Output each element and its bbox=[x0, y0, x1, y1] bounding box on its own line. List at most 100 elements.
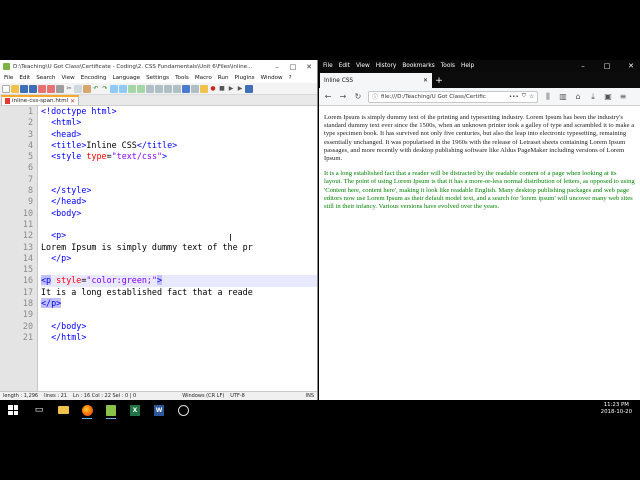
replace-icon[interactable] bbox=[119, 84, 127, 93]
npp-menu-tools[interactable]: Tools bbox=[175, 75, 189, 81]
back-arrow-icon[interactable]: ← bbox=[323, 92, 333, 101]
maximize-icon[interactable]: □ bbox=[285, 63, 301, 71]
npp-menu-file[interactable]: File bbox=[4, 75, 13, 81]
npp-menu-edit[interactable]: Edit bbox=[19, 75, 30, 81]
npp-menu-window[interactable]: Window bbox=[261, 75, 283, 81]
extensions-icon[interactable]: ▣ bbox=[603, 92, 613, 101]
save-all-icon[interactable] bbox=[29, 84, 37, 93]
ff-menu-help[interactable]: Help bbox=[461, 63, 474, 69]
run-macro-multiple-icon[interactable]: ▶ bbox=[236, 85, 244, 93]
line-number: 8 bbox=[27, 185, 33, 196]
line-number: 18 bbox=[22, 298, 33, 309]
code-line: <head> bbox=[41, 129, 317, 140]
excel-taskbar-icon[interactable]: X bbox=[128, 403, 142, 417]
start-button[interactable] bbox=[6, 403, 20, 417]
record-macro-icon[interactable]: ● bbox=[209, 85, 217, 93]
indent-guide-icon[interactable] bbox=[173, 84, 181, 93]
close-all-icon[interactable] bbox=[47, 84, 55, 93]
home-icon[interactable]: ⌂ bbox=[573, 92, 583, 101]
find-icon[interactable] bbox=[110, 84, 118, 93]
save-icon[interactable] bbox=[20, 84, 28, 93]
address-bar[interactable]: ⓘ file:///D:/Teaching/U Got Class/Certif… bbox=[368, 90, 538, 103]
code-area[interactable]: <!doctype html> <html> <head> <title>Inl… bbox=[38, 106, 317, 391]
forward-arrow-icon[interactable]: → bbox=[338, 92, 348, 101]
new-tab-icon[interactable]: + bbox=[432, 74, 446, 88]
browser-tab-inline-css[interactable]: Inline CSS ✕ bbox=[320, 73, 432, 88]
line-number: 14 bbox=[22, 252, 33, 263]
line-number: 12 bbox=[22, 230, 33, 241]
library-icon[interactable]: ⫼ bbox=[543, 92, 553, 102]
npp-menu-search[interactable]: Search bbox=[36, 75, 55, 81]
ff-menu-file[interactable]: File bbox=[323, 63, 333, 69]
save-macro-icon[interactable] bbox=[245, 84, 253, 93]
ff-menu-view[interactable]: View bbox=[356, 63, 370, 69]
close-icon[interactable]: ✕ bbox=[622, 62, 640, 70]
downloads-icon[interactable]: ⤓ bbox=[588, 92, 598, 102]
hamburger-menu-icon[interactable]: ≡ bbox=[618, 92, 628, 101]
play-macro-icon[interactable]: ▶ bbox=[227, 85, 235, 93]
bookmark-star-icon[interactable]: ☆ bbox=[529, 94, 534, 100]
close-file-icon[interactable] bbox=[38, 84, 46, 93]
tab-inline-css-span[interactable]: inline-css-span.html ✕ bbox=[1, 95, 80, 105]
code-token: doctype html bbox=[51, 106, 112, 116]
sidebar-icon[interactable]: ▥ bbox=[558, 92, 568, 101]
zoom-in-icon[interactable] bbox=[128, 84, 136, 93]
maximize-icon[interactable]: □ bbox=[598, 62, 616, 70]
stop-macro-icon[interactable]: ■ bbox=[218, 85, 226, 93]
zoom-out-icon[interactable] bbox=[137, 84, 145, 93]
page-actions-icon[interactable]: ••• bbox=[509, 94, 519, 100]
sync-scroll-icon[interactable] bbox=[146, 84, 154, 93]
word-wrap-icon[interactable] bbox=[155, 84, 163, 93]
tab-close-icon[interactable]: ✕ bbox=[423, 78, 428, 84]
github-desktop-icon[interactable] bbox=[176, 403, 190, 417]
system-clock[interactable]: 11:23 PM 2018-10-20 bbox=[601, 402, 632, 416]
open-folder-icon[interactable] bbox=[11, 84, 19, 93]
cut-icon[interactable]: ✂ bbox=[65, 85, 73, 93]
npp-titlebar[interactable]: D:\Teaching\U Got Class\Certificate - Co… bbox=[0, 60, 317, 73]
npp-menu-language[interactable]: Language bbox=[113, 75, 141, 81]
ff-menu-bookmarks[interactable]: Bookmarks bbox=[402, 63, 434, 69]
code-line: </p> bbox=[41, 253, 317, 264]
redo-icon[interactable]: ↷ bbox=[101, 85, 109, 93]
code-editor[interactable]: 1 2 3 4 5 6 7 8 9 10 11 12 13 14 15 16 1… bbox=[0, 106, 317, 391]
page-info-icon[interactable]: ⓘ bbox=[372, 92, 378, 101]
file-explorer-icon[interactable] bbox=[56, 403, 70, 417]
ff-menu-tools[interactable]: Tools bbox=[441, 63, 455, 69]
show-all-chars-icon[interactable] bbox=[164, 84, 172, 93]
reload-icon[interactable]: ↻ bbox=[353, 92, 363, 101]
tab-close-icon[interactable]: ✕ bbox=[70, 98, 75, 105]
ff-menu-history[interactable]: History bbox=[376, 63, 397, 69]
page-content: Lorem Ipsum is simply dummy text of the … bbox=[319, 106, 640, 211]
function-list-icon[interactable] bbox=[191, 84, 199, 93]
firefox-taskbar-icon[interactable] bbox=[80, 403, 94, 419]
url-text[interactable]: file:///D:/Teaching/U Got Class/Certific bbox=[381, 94, 506, 100]
minimize-icon[interactable]: – bbox=[269, 63, 285, 71]
notepadpp-app-icon bbox=[3, 63, 10, 70]
npp-menu-plugins[interactable]: Plugins bbox=[235, 75, 255, 81]
folder-workspace-icon[interactable] bbox=[200, 84, 208, 93]
doc-map-icon[interactable] bbox=[182, 84, 190, 93]
npp-menu-settings[interactable]: Settings bbox=[146, 75, 169, 81]
code-token: <p> bbox=[51, 230, 67, 241]
npp-menu-help[interactable]: ? bbox=[289, 75, 292, 81]
undo-icon[interactable]: ↶ bbox=[92, 85, 100, 93]
minimize-icon[interactable]: – bbox=[574, 62, 592, 70]
npp-menu-run[interactable]: Run bbox=[218, 75, 229, 81]
notepadpp-taskbar-icon[interactable] bbox=[104, 403, 118, 419]
copy-icon[interactable] bbox=[74, 84, 82, 93]
npp-menu-macro[interactable]: Macro bbox=[195, 75, 212, 81]
code-token: </p> bbox=[51, 252, 72, 263]
new-file-icon[interactable] bbox=[2, 84, 10, 93]
paste-icon[interactable] bbox=[83, 84, 91, 93]
npp-menu-encoding[interactable]: Encoding bbox=[81, 75, 107, 81]
print-icon[interactable] bbox=[56, 84, 64, 93]
close-icon[interactable]: ✕ bbox=[301, 63, 317, 71]
npp-menu-view[interactable]: View bbox=[61, 75, 74, 81]
word-taskbar-icon[interactable]: W bbox=[152, 403, 166, 417]
ff-menu-edit[interactable]: Edit bbox=[339, 63, 350, 69]
pocket-icon[interactable]: ⛉ bbox=[522, 93, 526, 100]
code-token: </html> bbox=[51, 331, 87, 342]
task-view-icon[interactable]: ▭ bbox=[32, 403, 46, 417]
firefox-navbar: ← → ↻ ⓘ file:///D:/Teaching/U Got Class/… bbox=[319, 88, 640, 106]
